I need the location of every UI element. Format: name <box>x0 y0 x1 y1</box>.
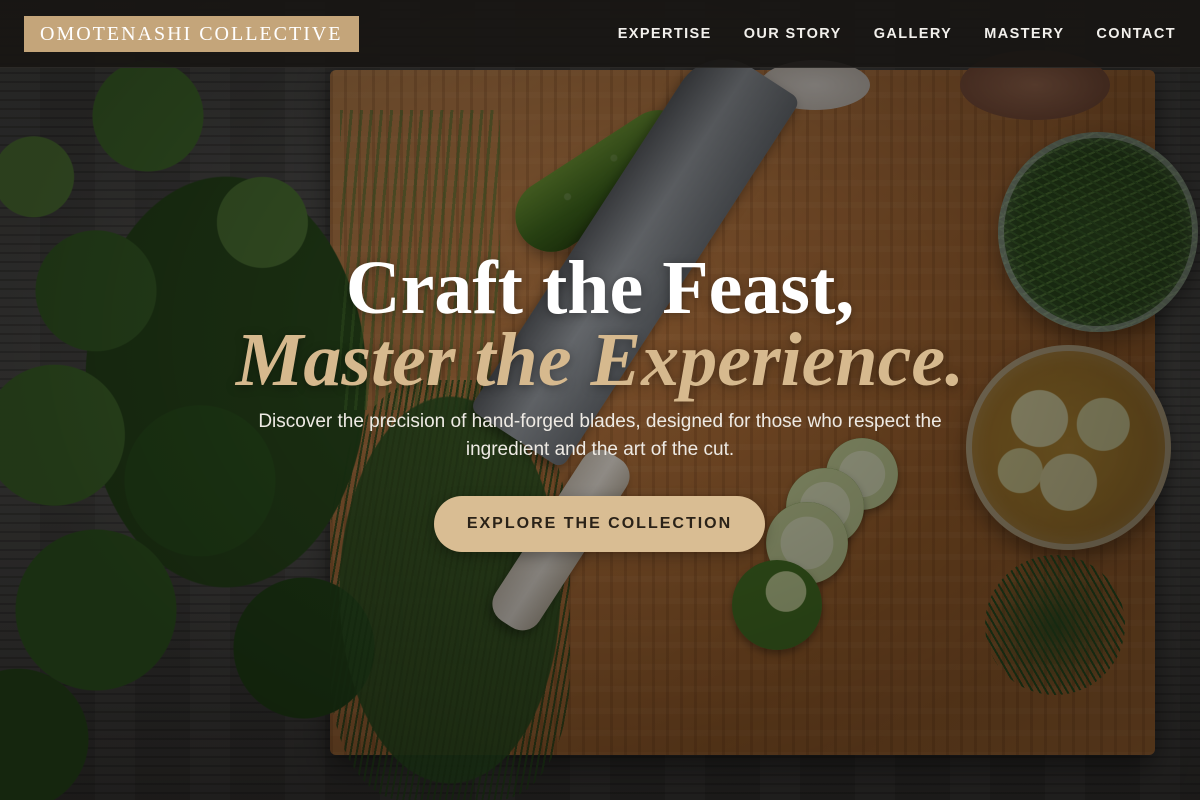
hero-headline: Craft the Feast, <box>345 246 855 330</box>
hero-headline-accent: Master the Experience. <box>235 318 965 402</box>
hero-subtitle: Discover the precision of hand-forged bl… <box>258 411 942 460</box>
main-nav: EXPERTISE OUR STORY GALLERY MASTERY CONT… <box>618 26 1176 42</box>
brand-logo[interactable]: OMOTENASHI COLLECTIVE <box>24 15 359 52</box>
explore-collection-button[interactable]: EXPLORE THE COLLECTION <box>434 496 765 552</box>
nav-link-gallery[interactable]: GALLERY <box>874 26 953 42</box>
top-navbar: OMOTENASHI COLLECTIVE EXPERTISE OUR STOR… <box>0 0 1200 68</box>
nav-link-our-story[interactable]: OUR STORY <box>744 26 842 42</box>
hero-section: Craft the Feast, Master the Experience. … <box>0 68 1200 800</box>
nav-link-expertise[interactable]: EXPERTISE <box>618 26 712 42</box>
nav-link-mastery[interactable]: MASTERY <box>984 26 1064 42</box>
nav-link-contact[interactable]: CONTACT <box>1096 26 1176 42</box>
